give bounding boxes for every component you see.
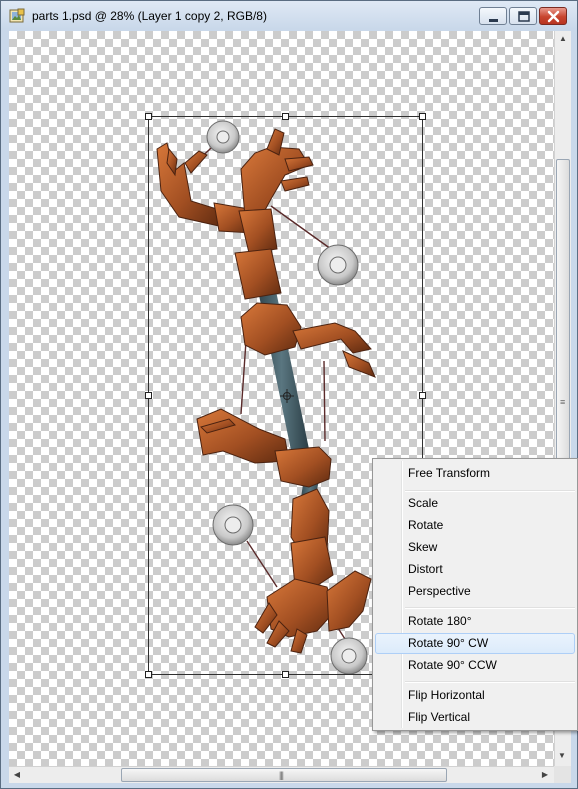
close-button[interactable]: [539, 7, 567, 25]
scroll-right-arrow-icon[interactable]: ▶: [537, 767, 553, 783]
restore-icon: [518, 11, 530, 22]
menu-item-rotate[interactable]: Rotate: [375, 515, 575, 536]
transform-context-menu: Free Transform Scale Rotate Skew Distort…: [372, 458, 578, 731]
transform-handle-top-right[interactable]: [419, 113, 426, 120]
transform-handle-bottom-left[interactable]: [145, 671, 152, 678]
menu-separator: [405, 490, 575, 492]
menu-separator: [405, 607, 575, 609]
maximize-button[interactable]: [509, 7, 537, 25]
menu-item-rotate-180[interactable]: Rotate 180°: [375, 611, 575, 632]
horizontal-grip-icon: |||: [279, 770, 284, 780]
scroll-down-arrow-icon[interactable]: ▼: [554, 748, 570, 764]
app-icon: [9, 8, 25, 23]
menu-item-distort[interactable]: Distort: [375, 559, 575, 580]
transform-handle-top[interactable]: [282, 113, 289, 120]
menu-item-perspective[interactable]: Perspective: [375, 581, 575, 602]
transform-handle-right[interactable]: [419, 392, 426, 399]
menu-item-scale[interactable]: Scale: [375, 493, 575, 514]
minimize-icon: [489, 19, 498, 22]
scrollbar-corner: ▼: [554, 751, 571, 783]
scroll-up-arrow-icon[interactable]: ▲: [555, 31, 571, 47]
transform-center-icon[interactable]: [280, 389, 294, 403]
horizontal-scroll-thumb[interactable]: |||: [121, 768, 447, 782]
close-icon: [547, 10, 560, 23]
scroll-left-arrow-icon[interactable]: ◀: [9, 767, 25, 783]
transform-handle-bottom[interactable]: [282, 671, 289, 678]
menu-item-flip-horizontal[interactable]: Flip Horizontal: [375, 685, 575, 706]
menu-separator: [405, 681, 575, 683]
window-title: parts 1.psd @ 28% (Layer 1 copy 2, RGB/8…: [32, 9, 267, 23]
horizontal-scrollbar[interactable]: ◀ ||| ▶: [9, 766, 554, 783]
menu-item-rotate-90-cw[interactable]: Rotate 90° CW: [375, 633, 575, 654]
minimize-button[interactable]: [479, 7, 507, 25]
menu-item-rotate-90-ccw[interactable]: Rotate 90° CCW: [375, 655, 575, 676]
transform-handle-top-left[interactable]: [145, 113, 152, 120]
menu-item-skew[interactable]: Skew: [375, 537, 575, 558]
title-bar[interactable]: parts 1.psd @ 28% (Layer 1 copy 2, RGB/8…: [1, 1, 577, 31]
menu-item-flip-vertical[interactable]: Flip Vertical: [375, 707, 575, 728]
vertical-grip-icon: ≡: [560, 397, 565, 407]
transform-handle-left[interactable]: [145, 392, 152, 399]
menu-item-free-transform[interactable]: Free Transform: [375, 463, 575, 484]
